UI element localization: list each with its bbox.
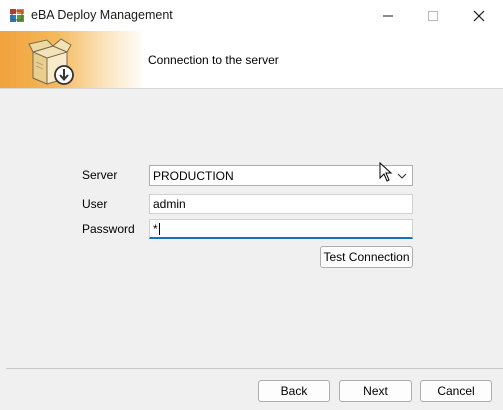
password-field[interactable]: * [149,219,413,239]
deploy-wizard-window: eBA Deploy Management Connection to the … [0,0,503,410]
maximize-button[interactable] [410,0,456,31]
server-select-value: PRODUCTION [153,169,234,183]
title-bar[interactable]: eBA Deploy Management [0,0,503,31]
window-title: eBA Deploy Management [31,8,173,22]
server-label: Server [82,168,118,182]
next-button[interactable]: Next [339,380,412,402]
wizard-step-title: Connection to the server [148,53,279,67]
app-windows-icon [10,9,24,22]
back-button[interactable]: Back [258,380,330,402]
server-select[interactable]: PRODUCTION [149,165,413,186]
minimize-icon [383,15,393,16]
password-field-value-wrap: * [153,222,160,236]
cancel-button[interactable]: Cancel [420,380,492,402]
text-caret [158,223,160,235]
package-download-icon [27,36,77,86]
password-field-value: * [153,222,158,236]
user-field[interactable]: admin [149,194,413,214]
user-label: User [82,197,108,211]
maximize-icon [428,10,438,21]
minimize-button[interactable] [365,0,411,31]
password-label: Password [82,222,135,236]
chevron-down-icon[interactable] [394,167,410,184]
mouse-pointer-icon [379,161,393,182]
close-icon [473,10,485,21]
user-field-value: admin [153,197,186,211]
wizard-header-banner: Connection to the server [0,31,503,89]
test-connection-button[interactable]: Test Connection [320,246,413,268]
close-button[interactable] [456,0,502,31]
